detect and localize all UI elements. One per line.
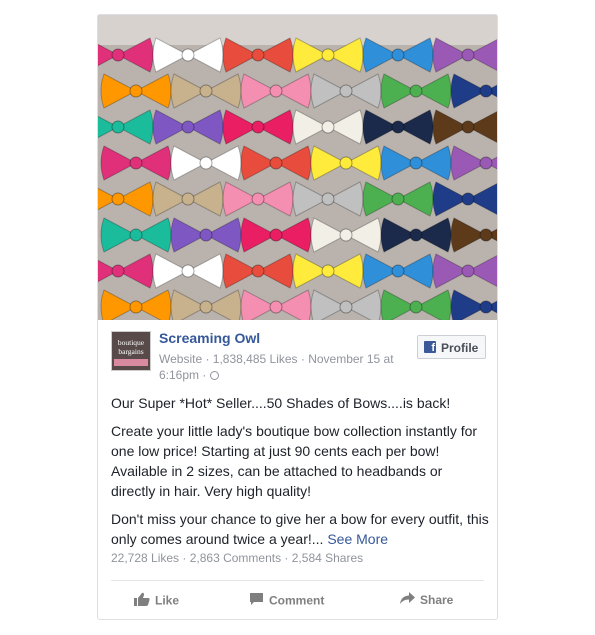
logo-text-1: boutique [117, 338, 145, 347]
logo-text-2: bargains [118, 347, 144, 356]
post-paragraph-2: Create your little lady's boutique bow c… [111, 423, 478, 499]
post-paragraph-3-text: Don't miss your chance to give her a bow… [111, 511, 489, 547]
see-more-link[interactable]: See More [327, 531, 388, 547]
share-label: Share [420, 593, 454, 607]
logo-tag [114, 359, 148, 366]
like-label: Like [155, 593, 180, 608]
post-card: boutique bargains Screaming Owl Website … [97, 14, 498, 620]
post-body: Our Super *Hot* Seller....50 Shades of B… [111, 393, 489, 557]
post-header: boutique bargains Screaming Owl Website … [111, 330, 486, 387]
profile-button[interactable]: f Profile [417, 335, 486, 359]
post-photo[interactable] [98, 15, 497, 320]
share-arrow-icon [400, 592, 415, 608]
globe-icon [209, 371, 219, 380]
share-button[interactable]: Share [400, 592, 453, 608]
meta-text: Website · 1,838,485 Likes · November 15 … [159, 352, 394, 382]
speech-bubble-icon [249, 592, 264, 609]
post-paragraph-1: Our Super *Hot* Seller....50 Shades of B… [111, 395, 451, 411]
post-paragraph-3: Don't miss your chance to give her a bow… [111, 509, 489, 549]
divider [111, 580, 484, 581]
page-avatar[interactable]: boutique bargains [111, 331, 151, 371]
engagement-stats[interactable]: 22,728 Likes · 2,863 Comments · 2,584 Sh… [111, 551, 363, 565]
profile-button-label: Profile [441, 341, 479, 355]
like-button[interactable]: Like [134, 592, 179, 609]
page-name-link[interactable]: Screaming Owl [159, 330, 260, 346]
action-bar: Like Comment Share [98, 586, 497, 616]
facebook-f-icon: f [424, 341, 436, 353]
thumbs-up-icon [134, 592, 150, 609]
comment-label: Comment [269, 593, 325, 608]
bows-image [98, 15, 497, 320]
comment-button[interactable]: Comment [249, 592, 324, 609]
post-meta: Website · 1,838,485 Likes · November 15 … [159, 351, 413, 383]
